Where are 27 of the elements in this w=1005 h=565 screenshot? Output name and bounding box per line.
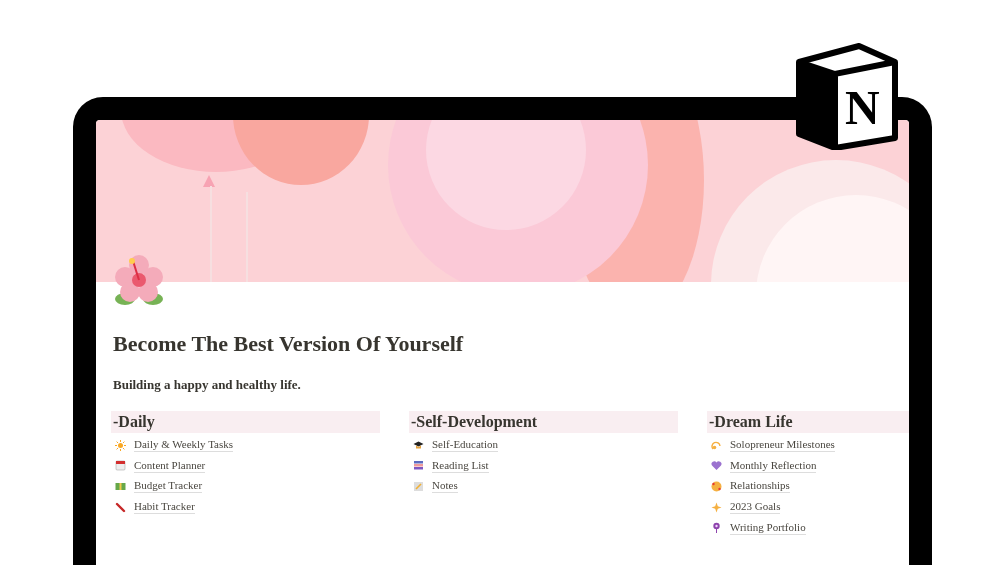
hibiscus-icon bbox=[113, 255, 165, 307]
page-link[interactable]: Notes bbox=[432, 479, 458, 494]
page-link[interactable]: Writing Portfolio bbox=[730, 520, 806, 535]
page-link[interactable]: Self-Education bbox=[432, 438, 498, 453]
books-icon bbox=[413, 460, 424, 472]
page-link[interactable]: Relationships bbox=[730, 479, 790, 494]
sparkles-icon bbox=[711, 501, 722, 513]
section-heading: -Daily bbox=[111, 411, 380, 433]
flower-icon bbox=[711, 522, 722, 534]
sun-icon bbox=[115, 439, 126, 451]
money-icon bbox=[115, 481, 126, 492]
calendar-icon bbox=[115, 460, 126, 472]
section-heading: -Self-Development bbox=[409, 411, 678, 433]
page-link[interactable]: Habit Tracker bbox=[134, 500, 195, 515]
section-heading: -Dream Life bbox=[707, 411, 909, 433]
page-subtitle: Building a happy and healthy life. bbox=[113, 376, 302, 394]
page-link[interactable]: 2023 Goals bbox=[730, 500, 781, 515]
page-link[interactable]: Monthly Reflection bbox=[730, 458, 817, 473]
page-link[interactable]: Solopreneur Milestones bbox=[730, 438, 835, 453]
page-link[interactable]: Content Planner bbox=[134, 458, 206, 473]
page-title: Become The Best Version Of Yourself bbox=[113, 330, 465, 358]
page-link[interactable]: Reading List bbox=[432, 458, 489, 473]
page-link[interactable]: Budget Tracker bbox=[134, 479, 203, 494]
memo-icon bbox=[413, 481, 424, 492]
graduation-cap-icon bbox=[413, 439, 424, 451]
heart-icon bbox=[711, 460, 722, 472]
page-link[interactable]: Daily & Weekly Tasks bbox=[134, 438, 234, 453]
